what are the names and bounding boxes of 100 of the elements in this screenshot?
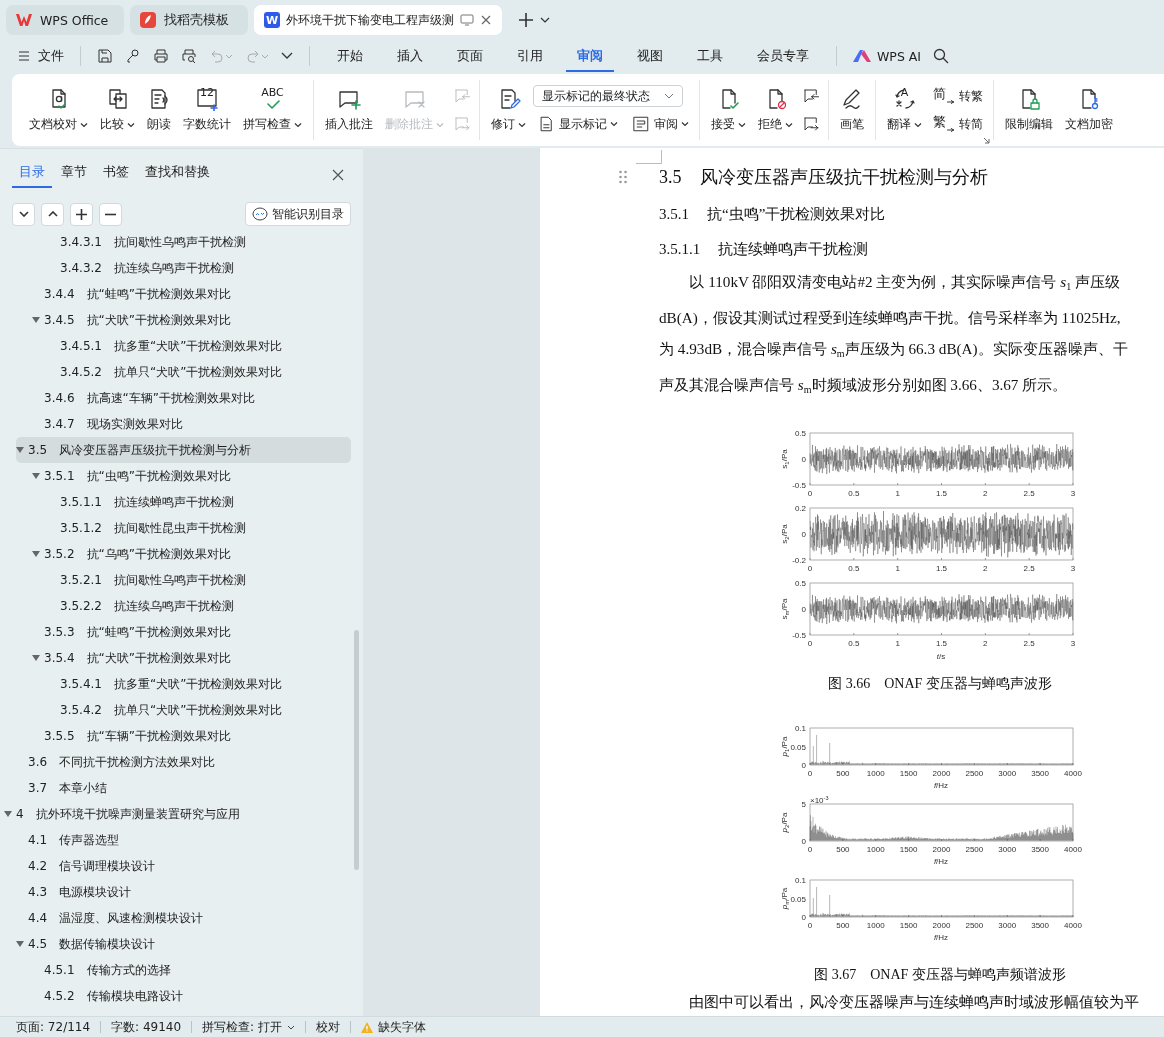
sidebar-tab[interactable]: 查找和替换 [138, 161, 217, 188]
toc-item[interactable]: 3.5.4.2 抗单只“犬吠”干扰检测效果对比 [16, 697, 351, 723]
ribbon-tab[interactable]: 会员专享 [746, 40, 820, 72]
toc-item[interactable]: 3.4.5 抗“犬吠”干扰检测效果对比 [16, 307, 351, 333]
toc-item[interactable]: 3.5.5 抗“车辆”干扰检测效果对比 [16, 723, 351, 749]
toc-item[interactable]: 3.4.6 抗高速“车辆”干扰检测效果对比 [16, 385, 351, 411]
triangle-icon[interactable] [32, 316, 40, 324]
ai-button[interactable]: WPS AI [853, 48, 922, 64]
toc-item[interactable]: 4.1 传声器选型 [16, 827, 351, 853]
toc-item[interactable]: 3.5.2.2 抗连续乌鸣声干扰检测 [16, 593, 351, 619]
triangle-icon[interactable] [32, 550, 40, 558]
plus-icon [76, 208, 87, 220]
ribbon-button[interactable]: 插入批注 [320, 83, 378, 137]
close-icon[interactable] [480, 14, 492, 26]
ribbon-button[interactable]: 审阅 [628, 113, 693, 135]
launcher-icon[interactable] [983, 137, 990, 144]
toc-item[interactable]: 3.7 本章小结 [16, 775, 351, 801]
tick-label: 2000 [932, 845, 951, 854]
missing-font-warning[interactable]: 缺失字体 [360, 1018, 426, 1036]
ribbon-button[interactable]: 简 转繁 [929, 85, 987, 107]
triangle-icon[interactable] [16, 446, 24, 454]
spellcheck-status[interactable]: 拼写检查: 打开 [202, 1018, 295, 1036]
drag-handle-icon[interactable] [619, 170, 627, 184]
ribbon-tab[interactable]: 工具 [686, 40, 734, 72]
triangle-icon[interactable] [32, 654, 40, 662]
tick-label: 0 [807, 769, 813, 778]
document-tab[interactable]: WPS Office [6, 5, 124, 35]
toc-item[interactable]: 3.4.3.1 抗间歇性乌鸣声干扰检测 [16, 229, 351, 255]
tick-label: 500 [836, 921, 850, 930]
toc-item[interactable]: 3.4.5.2 抗单只“犬吠”干扰检测效果对比 [16, 359, 351, 385]
close-icon[interactable] [332, 168, 344, 181]
tick-label: 1 [895, 639, 900, 648]
toc-item[interactable]: 4.5.1 传输方式的选择 [16, 957, 351, 983]
ribbon-button[interactable]: ABC 拼写检查 [238, 83, 307, 137]
toc-item[interactable]: 3.5.1 抗“虫鸣”干扰检测效果对比 [16, 463, 351, 489]
ribbon-button[interactable]: 画笔 [835, 83, 869, 137]
tick-label: 0 [801, 837, 806, 846]
search-icon[interactable] [933, 48, 950, 64]
tick-label: 0.5 [794, 429, 806, 438]
print-preview-icon[interactable] [181, 48, 197, 64]
ribbon-button[interactable]: 朗读 [142, 83, 176, 137]
scrollbar-thumb[interactable] [354, 630, 359, 870]
smart-toc-button[interactable]: 智能识别目录 [245, 202, 351, 226]
collapse-button[interactable] [12, 202, 35, 226]
toc-item[interactable]: 3.5.1.2 抗间歇性昆虫声干扰检测 [16, 515, 351, 541]
link-icon[interactable] [125, 48, 141, 64]
ribbon-tab[interactable]: 审阅 [566, 40, 614, 72]
ribbon-button[interactable]: 修订 [486, 83, 531, 137]
ribbon-tab[interactable]: 开始 [326, 40, 374, 72]
ribbon-tab[interactable]: 插入 [386, 40, 434, 72]
ribbon-tab[interactable]: 视图 [626, 40, 674, 72]
ribbon-button[interactable]: 文档校对 [24, 83, 93, 137]
tick-label: 2 [983, 489, 988, 498]
chevron-down-icon[interactable] [281, 52, 293, 60]
document-tab[interactable]: 找稻壳模板 [130, 5, 248, 35]
ribbon-tab[interactable]: 页面 [446, 40, 494, 72]
toc-item[interactable]: 4 抗外环境干扰噪声测量装置研究与应用 [16, 801, 351, 827]
plus-icon[interactable] [518, 12, 534, 28]
sidebar-tab[interactable]: 目录 [12, 161, 52, 188]
tick-label: 0.5 [794, 579, 806, 588]
ribbon-button[interactable]: 限制编辑 [1000, 83, 1058, 137]
toc-item[interactable]: 3.5.4 抗“犬吠”干扰检测效果对比 [16, 645, 351, 671]
ribbon-button[interactable]: 接受 [706, 83, 751, 137]
triangle-icon[interactable] [32, 472, 40, 480]
add-button[interactable] [70, 202, 93, 226]
sidebar-tab[interactable]: 章节 [54, 161, 94, 188]
toc-item[interactable]: 4.3 电源模块设计 [16, 879, 351, 905]
save-icon[interactable] [97, 48, 113, 64]
toc-item[interactable]: 4.4 温湿度、风速检测模块设计 [16, 905, 351, 931]
document-tab[interactable]: W 外环境干扰下输变电工程声级测 [254, 5, 502, 35]
ribbon-button[interactable]: 拒绝 [753, 83, 798, 137]
toc-item[interactable]: 3.5.1.1 抗连续蝉鸣声干扰检测 [16, 489, 351, 515]
expand-button[interactable] [41, 202, 64, 226]
toc-item[interactable]: 3.4.3.2 抗连续乌鸣声干扰检测 [16, 255, 351, 281]
toc-item[interactable]: 3.6 不同抗干扰检测方法效果对比 [16, 749, 351, 775]
toc-item[interactable]: 4.5 数据传输模块设计 [16, 931, 351, 957]
toc-item[interactable]: 3.4.4 抗“蛙鸣”干扰检测效果对比 [16, 281, 351, 307]
toc-item[interactable]: 3.4.5.1 抗多重“犬吠”干扰检测效果对比 [16, 333, 351, 359]
toc-item[interactable]: 3.5.2 抗“乌鸣”干扰检测效果对比 [16, 541, 351, 567]
sidebar-tab[interactable]: 书签 [96, 161, 136, 188]
ribbon-button[interactable]: 繁 转简 [929, 113, 987, 135]
triangle-icon[interactable] [16, 940, 24, 948]
ribbon-button[interactable]: A 翻译 [882, 83, 927, 137]
toc-item[interactable]: 3.5.4.1 抗多重“犬吠”干扰检测效果对比 [16, 671, 351, 697]
toc-item[interactable]: 4.2 信号调理模块设计 [16, 853, 351, 879]
ribbon-button[interactable]: 显示标记 [533, 113, 622, 135]
toc-item[interactable]: 4.5.2 传输模块电路设计 [16, 983, 351, 1009]
ribbon-button[interactable]: 比较 [95, 83, 140, 137]
toc-item[interactable]: 3.5 风冷变压器声压级抗干扰检测与分析 [16, 437, 351, 463]
print-icon[interactable] [153, 48, 169, 64]
file-menu[interactable]: 文件 [18, 47, 64, 65]
ribbon-tab[interactable]: 引用 [506, 40, 554, 72]
triangle-icon[interactable] [4, 810, 12, 818]
toc-item[interactable]: 3.5.3 抗“蛙鸣”干扰检测效果对比 [16, 619, 351, 645]
markup-dropdown[interactable]: 显示标记的最终状态 [533, 85, 683, 107]
toc-item[interactable]: 3.4.7 现场实测效果对比 [16, 411, 351, 437]
ribbon-button[interactable]: 文档加密 [1060, 83, 1118, 137]
toc-item[interactable]: 3.5.2.1 抗间歇性乌鸣声干扰检测 [16, 567, 351, 593]
chevron-down-icon[interactable] [540, 17, 550, 23]
section-heading: 3.5 风冷变压器声压级抗干扰检测与分析 [659, 166, 989, 189]
